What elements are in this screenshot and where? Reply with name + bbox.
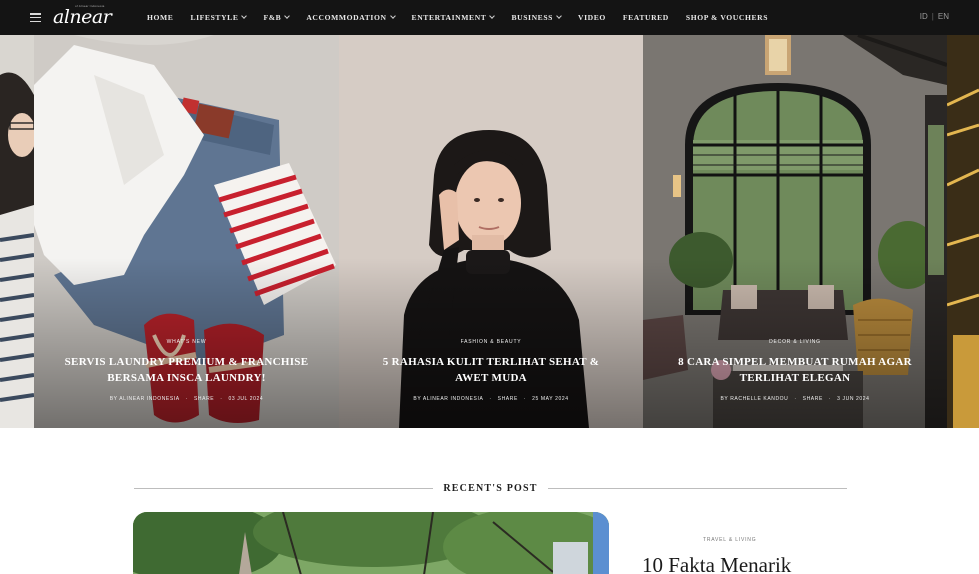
recent-post-image[interactable] bbox=[133, 512, 609, 574]
menu-item-lifestyle[interactable]: LIFESTYLE bbox=[190, 12, 248, 22]
carousel-peek-right[interactable] bbox=[947, 35, 979, 428]
lang-id-link[interactable]: ID bbox=[920, 12, 928, 21]
slide-category[interactable]: FASHION & BEAUTY bbox=[339, 339, 643, 345]
peek-left-image bbox=[0, 35, 34, 428]
slide-title[interactable]: 8 CARA SIMPEL MEMBUAT RUMAH AGAR TERLIHA… bbox=[643, 354, 947, 386]
menu-item-label: BUSINESS bbox=[511, 13, 553, 22]
menu-item-accommodation[interactable]: ACCOMMODATION bbox=[306, 12, 396, 22]
menu-item-label: SHOP & VOUCHERS bbox=[685, 13, 769, 22]
menu-item-featured[interactable]: FEATURED bbox=[623, 13, 669, 22]
carousel-peek-left[interactable] bbox=[0, 35, 34, 428]
share-button[interactable]: SHARE bbox=[498, 396, 518, 402]
meta-dot: · bbox=[220, 396, 223, 402]
slide-date: 25 MAY 2024 bbox=[532, 396, 569, 402]
chevron-down-icon bbox=[489, 12, 496, 19]
menu-item-label: ENTERTAINMENT bbox=[411, 13, 487, 22]
chevron-down-icon bbox=[284, 12, 291, 19]
lang-separator: | bbox=[931, 12, 934, 21]
slide-title[interactable]: SERVIS LAUNDRY PREMIUM & FRANCHISE BERSA… bbox=[34, 354, 339, 386]
slide-caption: DECOR & LIVING 8 CARA SIMPEL MEMBUAT RUM… bbox=[643, 339, 947, 402]
site-logo[interactable]: alnear bbox=[53, 7, 112, 27]
section-title: RECENT'S POST bbox=[443, 482, 538, 494]
menu-item-label: ACCOMMODATION bbox=[306, 13, 387, 22]
menu-item-video[interactable]: VIDEO bbox=[578, 13, 606, 22]
carousel-slide[interactable]: DECOR & LIVING 8 CARA SIMPEL MEMBUAT RUM… bbox=[643, 35, 947, 428]
carousel-slide[interactable]: WHAT'S NEW SERVIS LAUNDRY PREMIUM & FRAN… bbox=[34, 35, 339, 428]
recent-post-photo bbox=[133, 512, 609, 574]
slide-title[interactable]: 5 RAHASIA KULIT TERLIHAT SEHAT & AWET MU… bbox=[339, 354, 643, 386]
chevron-down-icon bbox=[389, 12, 396, 19]
lang-en-link[interactable]: EN bbox=[938, 12, 949, 21]
divider bbox=[134, 487, 434, 489]
hero-carousel: WHAT'S NEW SERVIS LAUNDRY PREMIUM & FRAN… bbox=[0, 35, 979, 428]
menu-item-fnb[interactable]: F&B bbox=[263, 12, 291, 22]
menu-item-label: VIDEO bbox=[577, 13, 606, 22]
recent-post-heading: RECENT'S POST bbox=[134, 481, 848, 495]
chevron-down-icon bbox=[556, 12, 562, 19]
slide-date: 03 JUL 2024 bbox=[228, 396, 264, 402]
peek-right-image bbox=[947, 35, 979, 428]
share-button[interactable]: SHARE bbox=[194, 396, 214, 402]
menu-item-entertainment[interactable]: ENTERTAINMENT bbox=[411, 12, 496, 22]
slide-author[interactable]: BY ALINEAR INDONESIA bbox=[110, 396, 180, 402]
main-menu: HOME LIFESTYLE F&B ACCOMMODATION ENTERTA… bbox=[147, 0, 785, 35]
slide-category[interactable]: DECOR & LIVING bbox=[643, 339, 947, 345]
slide-meta: BY RACHELLE KANDOU · SHARE · 3 JUN 2024 bbox=[643, 396, 947, 402]
language-switcher: ID | EN bbox=[920, 12, 949, 21]
menu-item-label: FEATURED bbox=[622, 13, 669, 22]
menu-item-label: LIFESTYLE bbox=[190, 13, 239, 22]
top-navbar: of Alnear Indonesia alnear HOME LIFESTYL… bbox=[0, 0, 979, 35]
recent-post-category[interactable]: TRAVEL & LIVING bbox=[703, 537, 756, 543]
slide-caption: FASHION & BEAUTY 5 RAHASIA KULIT TERLIHA… bbox=[339, 339, 643, 402]
share-button[interactable]: SHARE bbox=[803, 396, 823, 402]
chevron-down-icon bbox=[241, 12, 248, 19]
meta-dot: · bbox=[489, 396, 492, 402]
hamburger-menu-icon[interactable] bbox=[30, 13, 41, 23]
slide-category[interactable]: WHAT'S NEW bbox=[34, 339, 339, 345]
recent-post-title[interactable]: 10 Fakta Menarik bbox=[642, 553, 791, 574]
slide-caption: WHAT'S NEW SERVIS LAUNDRY PREMIUM & FRAN… bbox=[34, 339, 339, 402]
menu-item-label: F&B bbox=[263, 13, 282, 22]
meta-dot: · bbox=[828, 396, 832, 402]
divider bbox=[547, 487, 848, 489]
carousel-slide[interactable]: FASHION & BEAUTY 5 RAHASIA KULIT TERLIHA… bbox=[339, 35, 643, 428]
meta-dot: · bbox=[794, 396, 797, 402]
slide-meta: BY ALINEAR INDONESIA · SHARE · 03 JUL 2024 bbox=[34, 396, 339, 402]
slide-author[interactable]: BY ALINEAR INDONESIA bbox=[413, 396, 483, 402]
slide-author[interactable]: BY RACHELLE KANDOU bbox=[720, 396, 788, 402]
slide-date: 3 JUN 2024 bbox=[837, 396, 870, 402]
menu-item-shop-vouchers[interactable]: SHOP & VOUCHERS bbox=[686, 13, 768, 22]
slide-meta: BY ALINEAR INDONESIA · SHARE · 25 MAY 2024 bbox=[339, 396, 643, 402]
menu-item-business[interactable]: BUSINESS bbox=[511, 12, 562, 22]
menu-item-home[interactable]: HOME bbox=[147, 13, 173, 22]
menu-item-label: HOME bbox=[147, 13, 174, 22]
meta-dot: · bbox=[523, 396, 527, 402]
meta-dot: · bbox=[185, 396, 188, 402]
